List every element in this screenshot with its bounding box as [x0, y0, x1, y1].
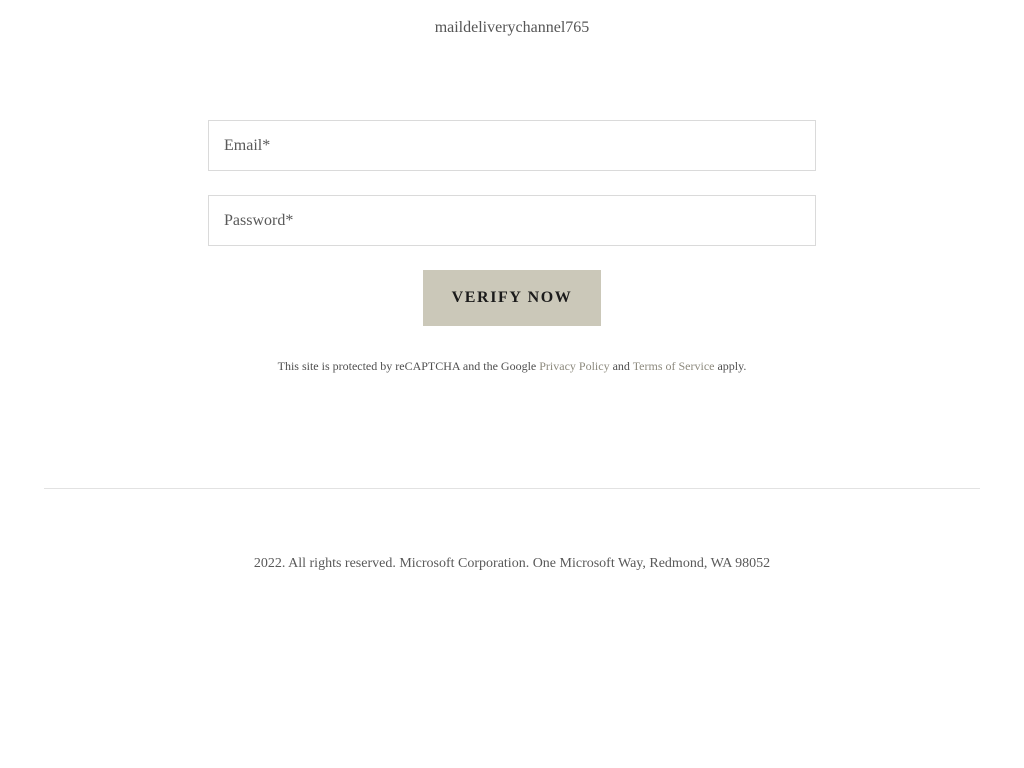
privacy-policy-link[interactable]: Privacy Policy	[539, 359, 609, 373]
verify-now-button[interactable]: VERIFY NOW	[423, 270, 601, 326]
footer: 2022. All rights reserved. Microsoft Cor…	[0, 556, 1024, 572]
password-field[interactable]	[209, 196, 815, 245]
footer-divider	[44, 488, 980, 489]
footer-copyright: 2022. All rights reserved. Microsoft Cor…	[253, 556, 771, 571]
email-field[interactable]	[209, 121, 815, 170]
button-row: VERIFY NOW	[208, 270, 816, 326]
recaptcha-suffix: apply.	[714, 359, 747, 373]
page: maildeliverychannel765 VERIFY NOW This s…	[0, 0, 1024, 768]
recaptcha-prefix: This site is protected by reCAPTCHA and …	[277, 359, 540, 373]
recaptcha-notice: This site is protected by reCAPTCHA and …	[208, 359, 816, 374]
login-form: VERIFY NOW This site is protected by reC…	[208, 120, 816, 374]
logo-image[interactable]: maildeliverychannel765	[435, 18, 590, 38]
recaptcha-and: and	[609, 359, 633, 373]
password-field-wrapper	[208, 195, 816, 246]
email-field-wrapper	[208, 120, 816, 171]
terms-of-service-link[interactable]: Terms of Service	[633, 359, 715, 373]
logo-alt-text: maildeliverychannel765	[434, 19, 590, 36]
header: maildeliverychannel765	[0, 18, 1024, 41]
